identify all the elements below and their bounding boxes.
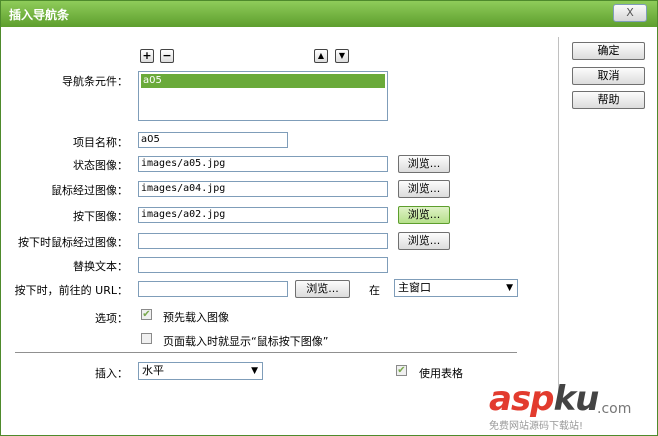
ok-button[interactable]: 确定 — [572, 42, 645, 60]
remove-item-button[interactable]: − — [160, 49, 174, 63]
browse-url-button[interactable]: 浏览... — [295, 280, 350, 298]
separator-horizontal-highlight — [15, 353, 517, 354]
browse-down-rollover-button[interactable]: 浏览... — [398, 232, 450, 250]
down-image-label: 按下图像： — [73, 210, 128, 223]
item-name-label: 项目名称： — [73, 136, 128, 149]
use-table-label: 使用表格 — [419, 367, 463, 380]
preload-checkbox[interactable]: ✔ — [141, 309, 152, 320]
url-input[interactable] — [138, 281, 288, 297]
down-image-input[interactable]: images/a02.jpg — [138, 207, 388, 223]
show-down-label: 页面载入时就显示“鼠标按下图像” — [163, 335, 329, 348]
move-down-button[interactable]: ▼ — [335, 49, 349, 63]
preload-label: 预先载入图像 — [163, 311, 229, 324]
rollover-image-label: 鼠标经过图像： — [51, 184, 128, 197]
options-label: 选项： — [95, 312, 128, 325]
browse-down-button[interactable]: 浏览... — [398, 206, 450, 224]
browse-status-button[interactable]: 浏览... — [398, 155, 450, 173]
cancel-button[interactable]: 取消 — [572, 67, 645, 85]
down-rollover-input[interactable] — [138, 233, 388, 249]
watermark-tagline: 免费网站源码下载站! — [489, 421, 584, 432]
help-button[interactable]: 帮助 — [572, 91, 645, 109]
watermark-domain: .com — [597, 401, 632, 417]
browse-rollover-button[interactable]: 浏览... — [398, 180, 450, 198]
alt-text-label: 替换文本： — [73, 260, 128, 273]
watermark-logo: aspku — [489, 379, 599, 419]
title-bar: 插入导航条 X — [1, 1, 657, 27]
chevron-down-icon: ▼ — [251, 366, 258, 376]
list-item[interactable]: a05 — [141, 74, 385, 88]
close-button[interactable]: X — [613, 4, 647, 22]
item-name-input[interactable]: a05 — [138, 132, 288, 148]
insert-select[interactable]: 水平 ▼ — [138, 362, 263, 380]
show-down-checkbox[interactable] — [141, 333, 152, 344]
insert-label: 插入： — [95, 367, 128, 380]
down-rollover-label: 按下时鼠标经过图像： — [18, 236, 128, 249]
separator-vertical — [558, 37, 559, 397]
target-label: 在 — [369, 284, 380, 297]
add-item-button[interactable]: + — [140, 49, 154, 63]
nav-elements-list[interactable]: a05 — [138, 71, 388, 121]
dialog-window: 插入导航条 X 确定 取消 帮助 + − ▲ ▼ 导航条元件： a05 项目名称… — [0, 0, 658, 436]
url-label: 按下时，前往的 URL： — [14, 284, 128, 297]
nav-elements-label: 导航条元件： — [62, 75, 128, 88]
rollover-image-input[interactable]: images/a04.jpg — [138, 181, 388, 197]
target-select-value: 主窗口 — [398, 281, 431, 294]
alt-text-input[interactable] — [138, 257, 388, 273]
status-image-input[interactable]: images/a05.jpg — [138, 156, 388, 172]
status-image-label: 状态图像： — [73, 159, 128, 172]
insert-select-value: 水平 — [142, 364, 164, 377]
target-select[interactable]: 主窗口 ▼ — [394, 279, 518, 297]
dialog-title: 插入导航条 — [9, 8, 70, 22]
chevron-down-icon: ▼ — [506, 283, 513, 293]
move-up-button[interactable]: ▲ — [314, 49, 328, 63]
use-table-checkbox[interactable]: ✔ — [396, 365, 407, 376]
